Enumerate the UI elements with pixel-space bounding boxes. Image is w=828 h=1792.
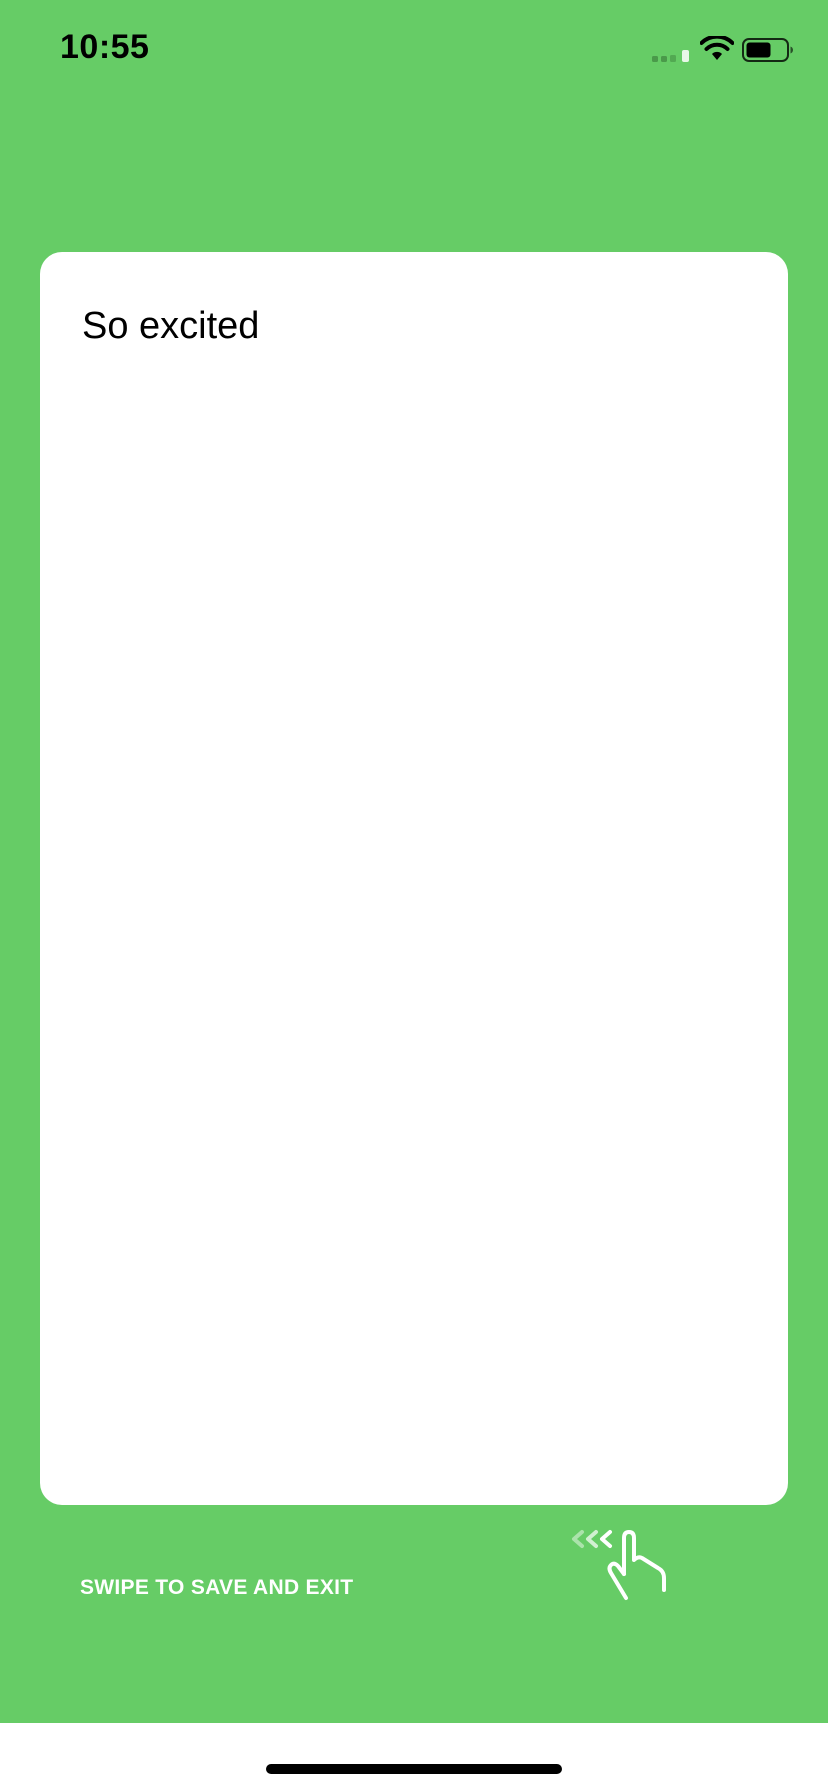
status-bar: 10:55	[0, 0, 828, 100]
app-screen: 10:55 So excited SWIPE TO SAVE AND EXIT	[0, 0, 828, 1723]
status-time: 10:55	[60, 28, 150, 66]
swipe-to-save-label: SWIPE TO SAVE AND EXIT	[80, 1576, 354, 1599]
note-card: So excited	[40, 252, 788, 1505]
battery-icon	[742, 38, 793, 62]
wifi-icon	[700, 36, 734, 60]
home-indicator[interactable]	[266, 1764, 562, 1774]
note-text-input[interactable]: So excited	[82, 304, 742, 350]
signal-icon	[652, 50, 689, 62]
swipe-left-hand-icon[interactable]	[570, 1528, 680, 1602]
